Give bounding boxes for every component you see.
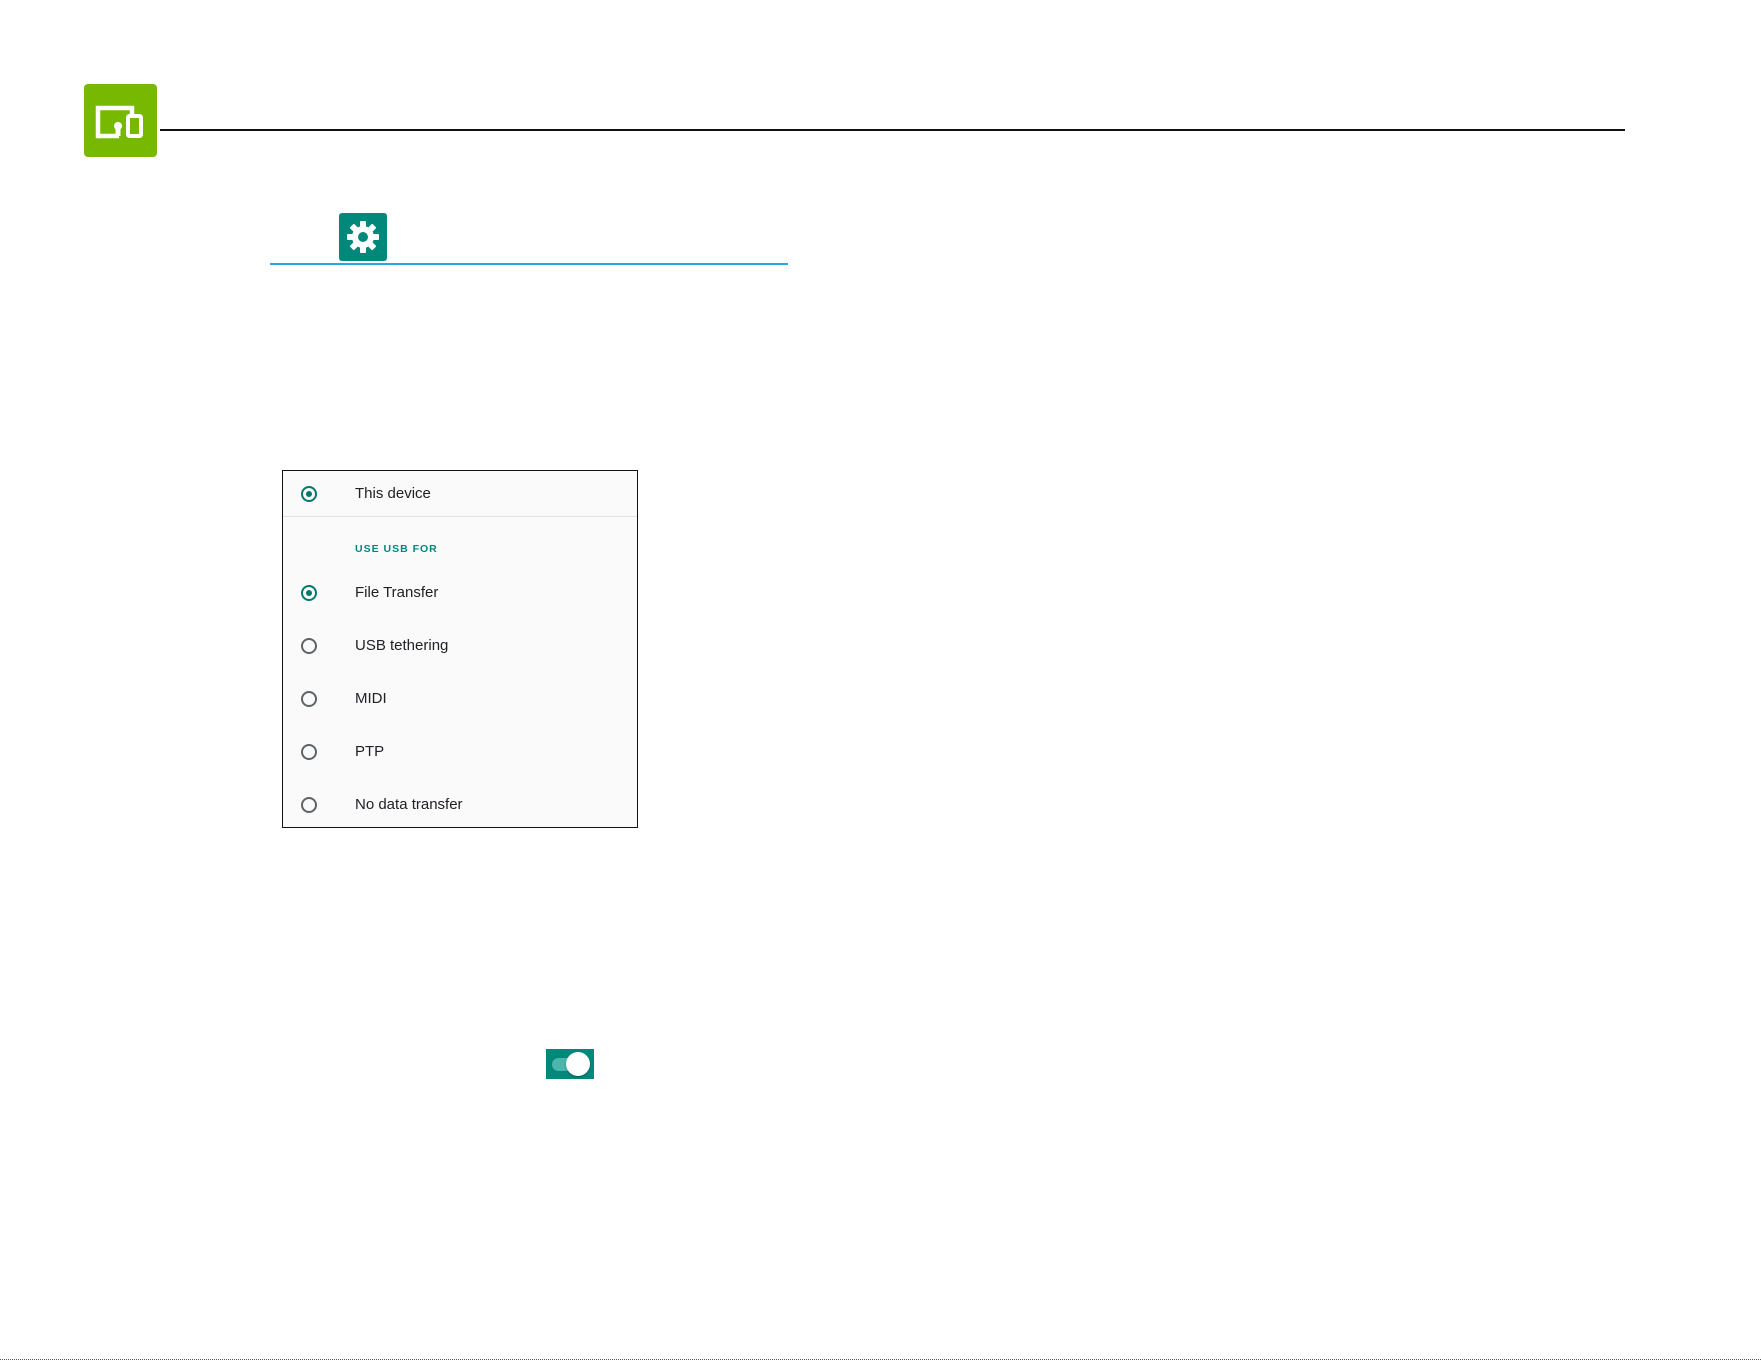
gear-icon (339, 213, 387, 261)
radio-button-checked[interactable] (301, 585, 317, 601)
option-ptp[interactable]: PTP (283, 729, 637, 775)
option-label: No data transfer (355, 796, 463, 813)
page-bottom-rule (0, 1359, 1761, 1360)
usb-section-header: USE USB FOR (355, 543, 438, 555)
toggle-knob (566, 1052, 590, 1076)
panel-divider (283, 516, 637, 517)
option-no-data-transfer[interactable]: No data transfer (283, 782, 637, 828)
document-page: This device USE USB FOR File Transfer US… (0, 0, 1761, 1361)
option-usb-tethering[interactable]: USB tethering (283, 623, 637, 669)
usb-preferences-panel: This device USE USB FOR File Transfer US… (282, 470, 638, 828)
option-label: USB tethering (355, 637, 449, 654)
radio-button[interactable] (301, 691, 317, 707)
devices-icon (84, 84, 157, 157)
toggle-switch[interactable] (546, 1049, 594, 1079)
option-label: PTP (355, 743, 385, 760)
section-divider (270, 263, 788, 265)
option-label: File Transfer (355, 584, 439, 601)
option-label: MIDI (355, 690, 387, 707)
devices-icon-graphic (95, 105, 143, 139)
radio-button[interactable] (301, 797, 317, 813)
gear-icon-graphic (347, 221, 379, 253)
option-label: This device (355, 485, 431, 502)
option-file-transfer[interactable]: File Transfer (283, 570, 637, 616)
radio-button-checked[interactable] (301, 486, 317, 502)
option-this-device[interactable]: This device (283, 471, 637, 517)
radio-button[interactable] (301, 638, 317, 654)
option-midi[interactable]: MIDI (283, 676, 637, 722)
radio-button[interactable] (301, 744, 317, 760)
header-divider (160, 129, 1625, 131)
